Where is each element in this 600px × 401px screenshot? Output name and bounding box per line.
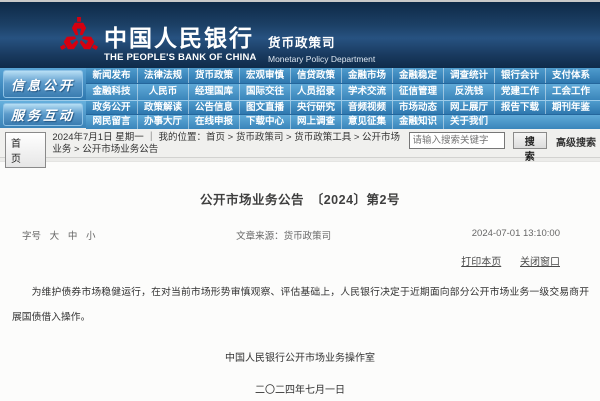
article-title: 公开市场业务公告 〔2024〕第2号	[0, 189, 600, 208]
font-size-large[interactable]: 大	[50, 231, 60, 242]
nav-item[interactable]: 货币政策	[188, 68, 239, 83]
nav-row: 政务公开 政策解读 公告信息 图文直播 央行研究 音频视频 市场动态 网上展厅 …	[86, 101, 600, 115]
nav-item[interactable]: 办事大厅	[137, 115, 188, 129]
nav-section-information-disclosure[interactable]: 信息公开	[3, 70, 83, 98]
nav-item[interactable]: 银行会计	[494, 68, 545, 83]
breadcrumb: 2024年7月1日 星期一 ｜ 我的位置：首页 > 货币政策司 > 货币政策工具…	[52, 132, 408, 156]
nav-item[interactable]: 支付体系	[545, 68, 596, 83]
nav-item[interactable]: 音频视频	[341, 101, 392, 114]
article-date-cn: 二〇二四年七月一日	[0, 381, 600, 396]
main-navigation: 信息公开 新闻发布 法律法规 货币政策 宏观审慎 信贷政策 金融市场 金融稳定 …	[0, 68, 600, 128]
nav-item[interactable]: 期刊年鉴	[545, 101, 596, 114]
site-header: 中国人民银行 THE PEOPLE'S BANK OF CHINA 货币政策司 …	[0, 0, 600, 68]
nav-item[interactable]: 报告下载	[494, 101, 545, 114]
nav-item[interactable]: 关于我们	[443, 115, 494, 129]
article-datetime: 2024-07-01 13:10:00	[472, 228, 560, 242]
pboc-logo-icon	[60, 15, 98, 59]
nav-item[interactable]: 下载中心	[239, 115, 290, 129]
nav-item[interactable]: 法律法规	[137, 68, 188, 83]
nav-item[interactable]: 工会工作	[545, 84, 596, 100]
search-input[interactable]	[409, 132, 505, 149]
bank-name-cn: 中国人民银行	[104, 27, 257, 51]
font-size-label: 字号	[22, 231, 41, 242]
print-page-link[interactable]: 打印本页	[461, 257, 501, 268]
bank-name-en: THE PEOPLE'S BANK OF CHINA	[104, 52, 257, 63]
nav-item[interactable]: 人民币	[137, 84, 188, 100]
nav-item[interactable]: 网上展厅	[443, 101, 494, 114]
department-name-en: Monetary Policy Department	[268, 54, 375, 64]
nav-item[interactable]: 金融市场	[341, 68, 392, 83]
nav-row: 网民留言 办事大厅 在线申报 下载中心 网上调查 意见征集 金融知识 关于我们	[86, 115, 600, 129]
close-window-link[interactable]: 关闭窗口	[520, 257, 560, 268]
source-value: 货币政策司	[284, 231, 332, 242]
nav-item[interactable]: 网民留言	[86, 115, 137, 129]
nav-item[interactable]: 学术交流	[341, 84, 392, 100]
font-size-medium[interactable]: 中	[68, 231, 78, 242]
font-size-controls: 字号 大 中 小	[22, 228, 95, 242]
article-actions-top: 打印本页 关闭窗口	[0, 253, 600, 268]
nav-item[interactable]: 反洗钱	[443, 84, 494, 100]
nav-item[interactable]: 金融知识	[392, 115, 443, 129]
crumb-separator: ｜	[146, 132, 156, 143]
advanced-search-link[interactable]: 高级搜索	[556, 134, 596, 149]
article-source: 文章来源：货币政策司	[236, 228, 331, 242]
nav-row: 金融科技 人民币 经理国库 国际交往 人员招录 学术交流 征信管理 反洗钱 党建…	[86, 84, 600, 100]
font-size-small[interactable]: 小	[86, 231, 96, 242]
article-body: 为维护债券市场稳健运行，在对当前市场形势审慎观察、评估基础上，人民银行决定于近期…	[12, 280, 589, 330]
nav-item[interactable]: 党建工作	[494, 84, 545, 100]
nav-item[interactable]: 新闻发布	[86, 68, 137, 83]
home-button[interactable]: 首 页	[5, 132, 46, 168]
nav-item[interactable]: 公告信息	[188, 101, 239, 114]
article-meta: 字号 大 中 小 文章来源：货币政策司 2024-07-01 13:10:00	[22, 228, 560, 242]
nav-item[interactable]: 国际交往	[239, 84, 290, 100]
search-button[interactable]: 搜索	[513, 132, 548, 149]
nav-item[interactable]: 政策解读	[137, 101, 188, 114]
breadcrumb-bar: 首 页 2024年7月1日 星期一 ｜ 我的位置：首页 > 货币政策司 > 货币…	[0, 128, 600, 158]
current-date-text: 2024年7月1日 星期一	[52, 132, 143, 143]
nav-item[interactable]: 图文直播	[239, 101, 290, 114]
nav-item[interactable]: 金融稳定	[392, 68, 443, 83]
nav-item[interactable]: 征信管理	[392, 84, 443, 100]
nav-item[interactable]: 意见征集	[341, 115, 392, 129]
nav-item[interactable]: 人员招录	[290, 84, 341, 100]
nav-section-service-interaction[interactable]: 服务互动	[3, 103, 83, 126]
nav-item[interactable]: 政务公开	[86, 101, 137, 114]
nav-item[interactable]: 调查统计	[443, 68, 494, 83]
nav-item[interactable]: 在线申报	[188, 115, 239, 129]
nav-item[interactable]: 市场动态	[392, 101, 443, 114]
nav-item[interactable]: 信贷政策	[290, 68, 341, 83]
nav-item[interactable]: 网上调查	[290, 115, 341, 129]
article-signature: 中国人民银行公开市场业务操作室	[0, 349, 600, 364]
nav-row: 新闻发布 法律法规 货币政策 宏观审慎 信贷政策 金融市场 金融稳定 调查统计 …	[86, 68, 600, 84]
source-label: 文章来源：	[236, 231, 284, 242]
nav-item[interactable]: 央行研究	[290, 101, 341, 114]
location-label: 我的位置：	[159, 132, 207, 143]
nav-item[interactable]: 宏观审慎	[239, 68, 290, 83]
article-panel: 公开市场业务公告 〔2024〕第2号 字号 大 中 小 文章来源：货币政策司 2…	[0, 161, 600, 401]
nav-item[interactable]: 经理国库	[188, 84, 239, 100]
nav-item[interactable]: 金融科技	[86, 84, 137, 100]
department-name-cn: 货币政策司	[268, 32, 375, 51]
